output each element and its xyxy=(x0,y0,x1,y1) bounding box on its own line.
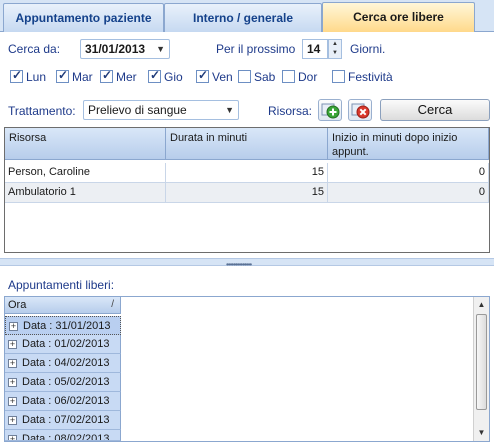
days-unit-label: Giorni. xyxy=(350,42,386,56)
checkbox-lun[interactable]: ✓ Lun xyxy=(10,68,46,85)
tab-bar: Appuntamento paziente Interno / generale… xyxy=(0,0,494,32)
checkbox-mar[interactable]: ✓ Mar xyxy=(56,68,93,85)
column-header-ora[interactable]: Ora / xyxy=(5,297,121,314)
scroll-up-icon[interactable]: ▲ xyxy=(474,297,489,312)
sort-icon: / xyxy=(111,299,114,310)
add-resource-button[interactable] xyxy=(318,99,342,121)
free-slots-title: Appuntamenti liberi: xyxy=(8,278,115,292)
check-icon: ✓ xyxy=(198,68,209,83)
chevron-down-icon: ▼ xyxy=(225,105,234,115)
column-header-risorsa[interactable]: Risorsa xyxy=(5,128,166,160)
table-cell-duration[interactable]: 15 xyxy=(166,163,328,183)
treatment-label: Trattamento: xyxy=(8,104,76,118)
table-cell-resource[interactable]: Ambulatorio 1 xyxy=(5,183,166,203)
list-item[interactable]: + Data : 31/01/2013 xyxy=(5,316,121,335)
expand-icon[interactable]: + xyxy=(9,321,18,331)
expand-icon[interactable]: + xyxy=(8,339,17,349)
search-from-label: Cerca da: xyxy=(8,42,61,56)
grip-icon: •••••••••••••• xyxy=(226,260,252,269)
add-icon xyxy=(321,103,340,119)
check-icon: ✓ xyxy=(102,68,113,83)
panel-splitter[interactable]: •••••••••••••• xyxy=(0,258,494,269)
date-picker[interactable]: 31/01/2013 ▼ xyxy=(80,39,170,59)
remove-icon xyxy=(351,103,370,119)
check-icon: ✓ xyxy=(58,68,69,83)
resources-table: Risorsa Durata in minuti Inizio in minut… xyxy=(4,127,490,253)
expand-icon[interactable]: + xyxy=(8,396,17,406)
expand-icon[interactable]: + xyxy=(8,415,17,425)
free-slots-list: Ora / + Data : 31/01/2013 + Data : 01/02/2… xyxy=(4,296,490,442)
expand-icon[interactable]: + xyxy=(8,377,17,387)
tab-interno-generale[interactable]: Interno / generale xyxy=(164,3,322,32)
checkbox-mer[interactable]: ✓ Mer xyxy=(100,68,137,85)
table-cell-start[interactable]: 0 xyxy=(328,163,489,183)
table-cell-duration[interactable]: 15 xyxy=(166,183,328,203)
list-item[interactable]: + Data : 01/02/2013 xyxy=(5,335,121,354)
tab-cerca-ore-libere[interactable]: Cerca ore libere xyxy=(322,2,475,32)
vertical-scrollbar[interactable]: ▲ ▼ xyxy=(473,297,489,441)
stepper-down-icon[interactable]: ▼ xyxy=(329,49,341,58)
days-stepper[interactable]: ▲ ▼ xyxy=(328,39,342,59)
table-cell-resource[interactable]: Person, Caroline xyxy=(5,163,166,183)
scroll-down-icon[interactable]: ▼ xyxy=(474,425,489,440)
scroll-thumb[interactable] xyxy=(476,314,487,410)
remove-resource-button[interactable] xyxy=(348,99,372,121)
table-cell-start[interactable]: 0 xyxy=(328,183,489,203)
list-item[interactable]: + Data : 04/02/2013 xyxy=(5,354,121,373)
check-icon: ✓ xyxy=(150,68,161,83)
checkbox-sab[interactable]: Sab xyxy=(238,69,275,85)
checkbox-dor[interactable]: Dor xyxy=(282,69,317,85)
column-header-durata[interactable]: Durata in minuti xyxy=(166,128,328,160)
list-item[interactable]: + Data : 06/02/2013 xyxy=(5,392,121,411)
days-input[interactable]: 14 xyxy=(302,39,328,59)
list-item[interactable]: + Data : 05/02/2013 xyxy=(5,373,121,392)
resource-label: Risorsa: xyxy=(268,104,313,118)
list-item[interactable]: + Data : 07/02/2013 xyxy=(5,411,121,430)
search-button[interactable]: Cerca xyxy=(380,99,490,121)
list-item[interactable]: + Data : 08/02/2013 xyxy=(5,430,121,441)
tab-appuntamento-paziente[interactable]: Appuntamento paziente xyxy=(3,3,164,32)
date-value: 31/01/2013 xyxy=(85,42,146,56)
expand-icon[interactable]: + xyxy=(8,434,17,440)
treatment-value: Prelievo di sangue xyxy=(88,103,187,117)
treatment-select[interactable]: Prelievo di sangue ▼ xyxy=(83,100,239,120)
check-icon: ✓ xyxy=(12,68,23,83)
stepper-up-icon[interactable]: ▲ xyxy=(329,40,341,49)
checkbox-gio[interactable]: ✓ Gio xyxy=(148,68,183,85)
checkbox-ven[interactable]: ✓ Ven xyxy=(196,68,233,85)
chevron-down-icon: ▼ xyxy=(156,44,165,54)
expand-icon[interactable]: + xyxy=(8,358,17,368)
checkbox-festivita[interactable]: Festività xyxy=(332,69,393,85)
column-header-inizio[interactable]: Inizio in minuti dopo inizio appunt. xyxy=(328,128,489,160)
next-days-label: Per il prossimo xyxy=(216,42,296,56)
